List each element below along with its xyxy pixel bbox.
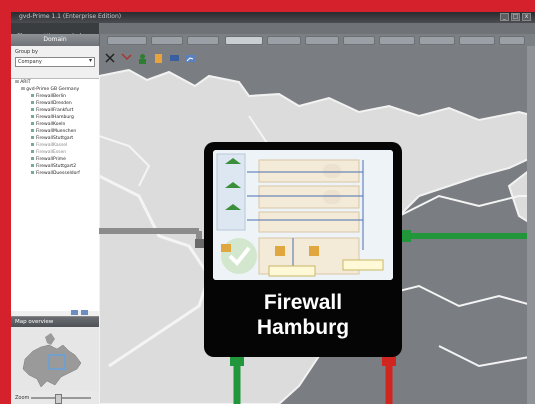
window-title: gvd-Prime 1.1 (Enterprise Edition) [19,13,122,20]
group-by-label: Group by [15,49,38,55]
chart-icon[interactable] [185,49,196,62]
toolbar-button[interactable] [187,36,219,45]
tree-leaf[interactable]: FirewallMuenchen [31,128,99,135]
maximize-button[interactable]: □ [511,13,520,21]
toolbar-button[interactable] [305,36,339,45]
toolbar-button[interactable] [267,36,301,45]
tree-actions [71,310,88,315]
tree-node-root[interactable]: ⊟ ARIT [15,79,99,86]
tree-leaf[interactable]: FirewallKassel [31,142,99,149]
node-title-line2: Hamburg [256,316,350,339]
document-icon[interactable] [153,49,164,63]
close-button[interactable]: x [522,13,531,21]
tree-action-icon[interactable] [81,310,88,315]
toolbar-button[interactable] [343,36,375,45]
vertical-scrollbar[interactable] [527,46,535,404]
group-by-select[interactable]: Company [15,57,95,67]
toolbar-button[interactable] [151,36,183,45]
node-title-line1: Firewall [263,291,343,314]
toolbar-button-active[interactable] [225,36,263,45]
toolbar-button[interactable] [107,36,147,45]
domain-panel-header: Domain [11,34,99,46]
zoom-label: Zoom [15,395,30,401]
map-tool-icons [105,49,196,64]
toolbar-button[interactable] [419,36,455,45]
tree-leaf[interactable]: FirewallDresden [31,100,99,107]
select-tool-icon[interactable] [105,49,116,63]
europe-minimap[interactable] [11,329,99,391]
domain-tree: ⊟ ARIT ⊟ gvd-Prime GB Germany FirewallBe… [11,78,99,311]
minimize-button[interactable]: _ [500,13,509,21]
tree-leaf[interactable]: FirewallHamburg [31,114,99,121]
toolbar-button[interactable] [499,36,525,45]
tree-leaf[interactable]: FirewallStuttgart2 [31,163,99,170]
tree-leaf[interactable]: FirewallBerlin [31,93,99,100]
network-map-view[interactable]: Firewall Hamburg [99,46,535,404]
map-overview-panel: Map overview Zoom [11,316,99,404]
tree-leaf[interactable]: FirewallFrankfurt [31,107,99,114]
tree-leaf[interactable]: FirewallDuesseldorf [31,170,99,177]
zoom-slider[interactable] [31,394,91,404]
toolbar-button[interactable] [379,36,415,45]
move-tool-icon[interactable] [121,49,132,61]
title-bar: gvd-Prime 1.1 (Enterprise Edition) _ □ x [11,12,535,23]
user-icon[interactable] [137,49,148,64]
tree-leaf[interactable]: FirewallStuttgart [31,135,99,142]
firewall-diagram [213,150,393,280]
left-panel: Domain Group by Company ⊟ ARIT ⊟ gvd-Pri… [11,34,100,404]
tree-leaf[interactable]: FirewallEssen [31,149,99,156]
map-overview-title: Map overview [11,317,99,327]
zoom-slider-knob[interactable] [55,394,62,404]
firewall-node-card[interactable]: Firewall Hamburg [204,142,402,357]
monitor-icon[interactable] [169,49,180,61]
tree-leaf[interactable]: FirewallKoeln [31,121,99,128]
application-window: gvd-Prime 1.1 (Enterprise Edition) _ □ x… [11,12,535,404]
tree-node-sub[interactable]: ⊟ gvd-Prime GB Germany [21,86,99,93]
firewall-diagram-graphic [213,150,393,280]
tree-leaf[interactable]: FirewallPrime [31,156,99,163]
toolbar-button[interactable] [459,36,495,45]
window-controls: _ □ x [500,13,531,21]
firewall-node-title: Firewall Hamburg [204,290,402,340]
menu-bar: file settings help [11,23,99,40]
tree-action-icon[interactable] [71,310,78,315]
